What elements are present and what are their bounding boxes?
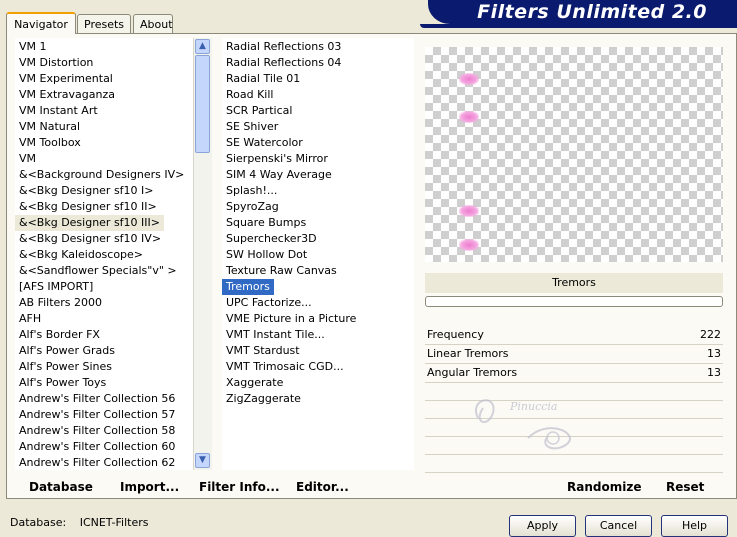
filter-list-item[interactable]: Radial Tile 01: [222, 71, 414, 87]
tab-about[interactable]: About: [133, 14, 173, 33]
category-list-item[interactable]: Andrew's Filter Collection 57: [15, 407, 193, 423]
import-button[interactable]: Import...: [120, 480, 179, 494]
category-list-item[interactable]: VM Toolbox: [15, 135, 193, 151]
status-value: ICNET-Filters: [79, 516, 149, 529]
param-value: 13: [707, 366, 721, 379]
category-list[interactable]: VM 1 VM Distortion VM Experimental VM Extra…: [15, 38, 193, 470]
filter-list-item[interactable]: Splash!...: [222, 183, 414, 199]
category-list-item[interactable]: AFH: [15, 311, 193, 327]
filter-list-item[interactable]: VME Picture in a Picture: [222, 311, 414, 327]
progress-bar: [425, 296, 723, 307]
status-line: Database: ICNET-Filters: [10, 516, 148, 529]
category-list-item[interactable]: [AFS IMPORT]: [15, 279, 193, 295]
category-list-item[interactable]: Andrew's Filter Collection 62: [15, 455, 193, 470]
param-label: Angular Tremors: [427, 366, 518, 379]
scroll-up-arrow-icon[interactable]: ▲: [195, 39, 210, 54]
param-frequency[interactable]: Frequency 222: [425, 326, 723, 345]
filter-list-item[interactable]: Tremors: [222, 279, 274, 295]
filter-list-item[interactable]: SCR Partical: [222, 103, 414, 119]
randomize-button[interactable]: Randomize: [567, 480, 641, 494]
app-banner: Filters Unlimited 2.0: [428, 0, 737, 24]
category-list-item[interactable]: &<Bkg Designer sf10 IV>: [15, 231, 193, 247]
param-label: Frequency: [427, 328, 484, 341]
reset-button[interactable]: Reset: [666, 480, 704, 494]
filter-list-item[interactable]: Radial Reflections 03: [222, 39, 414, 55]
category-list-item[interactable]: Alf's Border FX: [15, 327, 193, 343]
filter-list-item[interactable]: UPC Factorize...: [222, 295, 414, 311]
param-value: 13: [707, 347, 721, 360]
category-list-item[interactable]: VM Extravaganza: [15, 87, 193, 103]
pink-pattern: [459, 239, 479, 251]
param-value: 222: [700, 328, 721, 341]
scroll-down-arrow-icon[interactable]: ▼: [195, 453, 210, 468]
filter-list-item[interactable]: VMT Stardust: [222, 343, 414, 359]
category-list-item[interactable]: &<Sandflower Specials"v" >: [15, 263, 193, 279]
category-list-item[interactable]: Andrew's Filter Collection 58: [15, 423, 193, 439]
tab-navigator[interactable]: Navigator: [6, 12, 76, 34]
category-list-item[interactable]: VM Distortion: [15, 55, 193, 71]
category-list-item[interactable]: &<Bkg Designer sf10 I>: [15, 183, 193, 199]
help-button[interactable]: Help: [661, 515, 728, 537]
category-list-item[interactable]: &<Bkg Designer sf10 II>: [15, 199, 193, 215]
watermark-text: Pinuccia: [510, 400, 558, 413]
filter-name-label: Tremors: [425, 273, 723, 293]
scroll-thumb[interactable]: [195, 55, 210, 153]
filter-list-item[interactable]: SIM 4 Way Average: [222, 167, 414, 183]
category-list-item[interactable]: &<Bkg Designer sf10 III>: [15, 215, 165, 231]
filter-list-item[interactable]: Superchecker3D: [222, 231, 414, 247]
cancel-button[interactable]: Cancel: [585, 515, 652, 537]
category-list-item[interactable]: VM Natural: [15, 119, 193, 135]
param-label: Linear Tremors: [427, 347, 509, 360]
filter-list-item[interactable]: SW Hollow Dot: [222, 247, 414, 263]
apply-button[interactable]: Apply: [509, 515, 576, 537]
category-list-item[interactable]: VM Instant Art: [15, 103, 193, 119]
editor-button[interactable]: Editor...: [296, 480, 349, 494]
category-list-item[interactable]: Andrew's Filter Collection 56: [15, 391, 193, 407]
category-list-item[interactable]: VM Experimental: [15, 71, 193, 87]
category-scrollbar[interactable]: ▲ ▼: [193, 38, 212, 470]
filter-list-item[interactable]: ZigZaggerate: [222, 391, 414, 407]
param-linear-tremors[interactable]: Linear Tremors 13: [425, 345, 723, 364]
category-list-item[interactable]: Alf's Power Toys: [15, 375, 193, 391]
param-angular-tremors[interactable]: Angular Tremors 13: [425, 364, 723, 383]
pink-pattern: [459, 205, 479, 217]
category-list-item[interactable]: &<Background Designers IV>: [15, 167, 193, 183]
database-button[interactable]: Database: [29, 480, 93, 494]
category-list-item[interactable]: VM: [15, 151, 193, 167]
banner-stripe: [420, 24, 737, 28]
filter-list-item[interactable]: Xaggerate: [222, 375, 414, 391]
filter-list-item[interactable]: SE Shiver: [222, 119, 414, 135]
filter-list-item[interactable]: Sierpenski's Mirror: [222, 151, 414, 167]
watermark-swirl-icon: [475, 399, 571, 450]
filter-list-item[interactable]: Texture Raw Canvas: [222, 263, 414, 279]
watermark: Pinuccia: [468, 388, 588, 458]
filter-list-item[interactable]: Road Kill: [222, 87, 414, 103]
filter-list-item[interactable]: SE Watercolor: [222, 135, 414, 151]
status-label: Database:: [10, 516, 67, 529]
category-list-item[interactable]: Andrew's Filter Collection 60: [15, 439, 193, 455]
category-list-item[interactable]: Alf's Power Grads: [15, 343, 193, 359]
category-list-item[interactable]: &<Bkg Kaleidoscope>: [15, 247, 193, 263]
category-list-item[interactable]: VM 1: [15, 39, 193, 55]
category-list-item[interactable]: Alf's Power Sines: [15, 359, 193, 375]
filter-list-item[interactable]: SpyroZag: [222, 199, 414, 215]
filter-list-item[interactable]: Radial Reflections 04: [222, 55, 414, 71]
pink-pattern: [459, 73, 479, 85]
preview-image: [425, 47, 723, 262]
filter-list-item[interactable]: VMT Instant Tile...: [222, 327, 414, 343]
filter-list-item[interactable]: VMT Trimosaic CGD...: [222, 359, 414, 375]
category-list-item[interactable]: AB Filters 2000: [15, 295, 193, 311]
pink-pattern: [459, 111, 479, 123]
filter-list[interactable]: Radial Reflections 03 Radial Reflections …: [222, 38, 414, 470]
filter-list-item[interactable]: Square Bumps: [222, 215, 414, 231]
filter-info-button[interactable]: Filter Info...: [199, 480, 280, 494]
tab-presets[interactable]: Presets: [77, 14, 131, 33]
